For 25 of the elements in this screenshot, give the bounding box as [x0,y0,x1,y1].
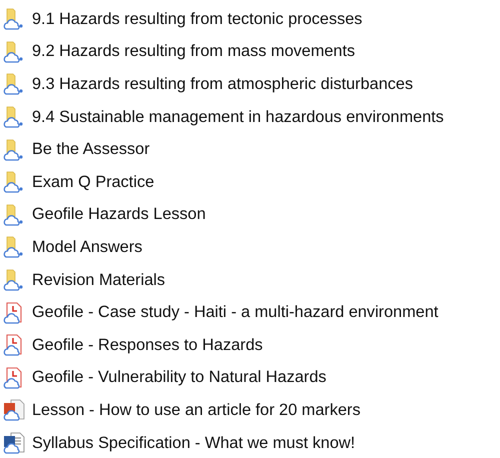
file-name[interactable]: Be the Assessor [32,140,150,160]
cloud-folder-icon [3,73,25,96]
file-name[interactable]: Model Answers [32,238,142,257]
file-name[interactable]: 9.2 Hazards resulting from mass movements [32,42,356,62]
cloud-folder-icon [3,106,25,128]
file-name[interactable]: Geofile - Case study - Haiti - a multi-hazard environment [32,303,438,322]
cloud-folder-icon [3,171,25,194]
cloud-folder-icon [3,40,25,63]
cloud-slides-icon [3,399,25,422]
cloud-folder-icon [3,204,25,226]
cloud-folder-icon [3,138,25,161]
file-name[interactable]: 9.1 Hazards resulting from tectonic processes [32,10,362,29]
file-name[interactable]: Geofile - Vulnerability to Natural Hazards [32,368,326,388]
file-name[interactable]: Revision Materials [32,270,166,290]
file-name[interactable]: Syllabus Specification - What we must know! [32,434,356,453]
file-name[interactable]: Geofile - Responses to Hazards [32,336,263,355]
cloud-folder-icon [3,269,25,292]
cloud-folder-icon [3,236,25,258]
file-name[interactable]: 9.3 Hazards resulting from atmospheric disturbances [32,74,413,94]
cloud-document-icon [3,432,25,454]
file-name[interactable]: Lesson - How to use an article for 20 markers [32,400,360,420]
file-name[interactable]: 9.4 Sustainable management in hazardous environments [32,108,444,127]
file-name[interactable]: Geofile Hazards Lesson [32,205,206,224]
file-name[interactable]: Exam Q Practice [32,172,154,192]
cloud-folder-icon [3,8,25,30]
